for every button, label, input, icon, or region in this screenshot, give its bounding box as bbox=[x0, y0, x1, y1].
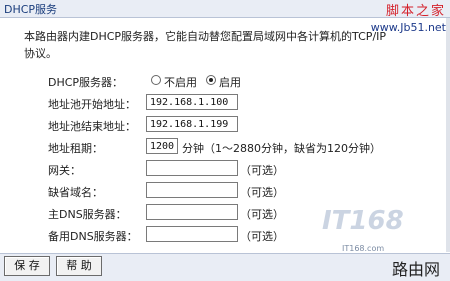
radio-enable[interactable] bbox=[206, 75, 216, 85]
radio-disable-label: 不启用 bbox=[164, 76, 197, 89]
help-button[interactable]: 帮 助 bbox=[56, 256, 102, 276]
domain-label: 缺省域名： bbox=[48, 186, 103, 199]
site-logo: 脚本之家 bbox=[385, 4, 446, 19]
lease-input[interactable]: 1200 bbox=[146, 138, 178, 154]
dhcp-description: 本路由器内建DHCP服务器，它能自动替您配置局域网中各计算机的TCP/IP协议。 bbox=[24, 30, 387, 60]
pool-start-label: 地址池开始地址： bbox=[48, 98, 136, 111]
it168-url-watermark: IT168.com bbox=[342, 244, 385, 253]
scrollbar[interactable] bbox=[446, 18, 450, 252]
primary-dns-label: 主DNS服务器： bbox=[48, 208, 127, 221]
pool-start-input[interactable]: 192.168.1.100 bbox=[146, 94, 238, 110]
radio-enable-label: 启用 bbox=[219, 76, 241, 89]
pool-end-label: 地址池结束地址： bbox=[48, 120, 136, 133]
secondary-dns-optional: （可选） bbox=[240, 230, 284, 243]
primary-dns-optional: （可选） bbox=[240, 208, 284, 221]
pool-end-input[interactable]: 192.168.1.199 bbox=[146, 116, 238, 132]
gateway-optional: （可选） bbox=[240, 164, 284, 177]
save-button[interactable]: 保 存 bbox=[4, 256, 50, 276]
primary-dns-input[interactable] bbox=[146, 204, 238, 220]
gateway-input[interactable] bbox=[146, 160, 238, 176]
luyou-watermark: 路由网 bbox=[392, 260, 441, 279]
it168-watermark: IT168 bbox=[322, 206, 404, 236]
dhcp-server-label: DHCP服务器： bbox=[48, 76, 124, 89]
lease-label: 地址租期： bbox=[48, 142, 103, 155]
domain-input[interactable] bbox=[146, 182, 238, 198]
lease-note: 分钟（1～2880分钟，缺省为120分钟） bbox=[182, 142, 381, 155]
secondary-dns-label: 备用DNS服务器： bbox=[48, 230, 138, 243]
title-bar: DHCP服务 bbox=[0, 0, 450, 18]
secondary-dns-input[interactable] bbox=[146, 226, 238, 242]
domain-optional: （可选） bbox=[240, 186, 284, 199]
window-title: DHCP服务 bbox=[4, 3, 58, 16]
radio-disable[interactable] bbox=[151, 75, 161, 85]
gateway-label: 网关： bbox=[48, 164, 81, 177]
